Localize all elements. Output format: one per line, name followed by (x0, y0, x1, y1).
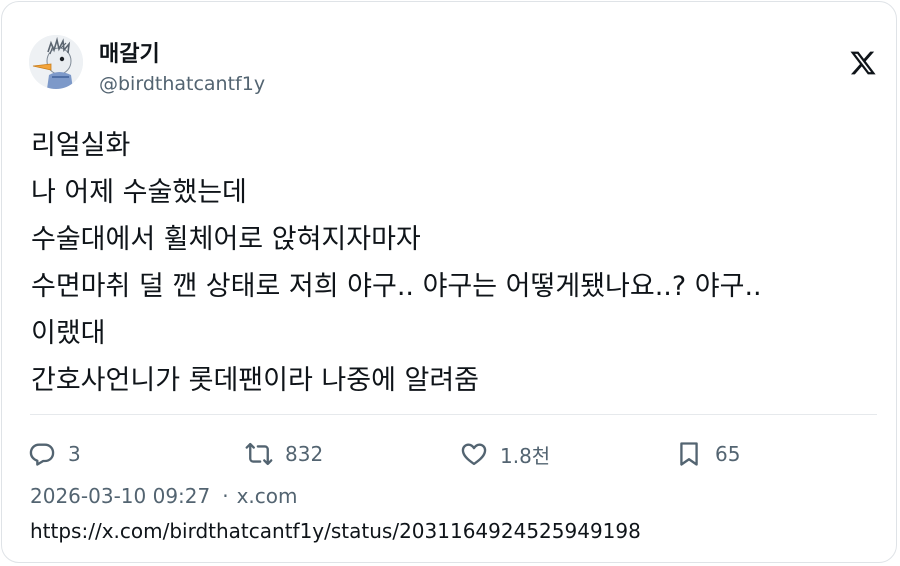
tweet-card: 매갈기 @birdthatcantf1y 리얼실화 나 어제 수술했는데 수술대… (1, 1, 897, 563)
retweet-icon (245, 440, 273, 468)
tweet-line: 간호사언니가 롯데팬이라 나중에 알려줌 (31, 365, 480, 396)
tweet-line: 리얼실화 (31, 130, 131, 161)
tweet-line: 이랬대 (31, 318, 106, 349)
x-logo-icon[interactable] (849, 49, 877, 77)
tweet-line: 수면마취 덜 깬 상태로 저희 야구.. 야구는 어떻게됐나요..? 야구.. (31, 271, 762, 302)
retweet-count: 832 (285, 442, 324, 466)
user-handle[interactable]: @birdthatcantf1y (99, 73, 265, 95)
display-name[interactable]: 매갈기 (99, 36, 160, 68)
avatar[interactable] (29, 35, 83, 89)
timestamp[interactable]: 2026-03-10 09:27 (30, 484, 210, 508)
bookmark-icon (675, 440, 703, 468)
tweet-line: 나 어제 수술했는데 (31, 177, 247, 208)
bookmark-button[interactable]: 65 (675, 436, 740, 472)
retweet-button[interactable]: 832 (245, 436, 323, 472)
reply-count: 3 (68, 442, 81, 466)
source-link[interactable]: x.com (237, 484, 298, 508)
like-button[interactable]: 1.8천 (460, 436, 550, 472)
divider (30, 414, 877, 415)
like-count: 1.8천 (500, 443, 551, 468)
meta-separator: · (222, 484, 229, 508)
reply-button[interactable]: 3 (28, 436, 81, 472)
tweet-meta: 2026-03-10 09:27 · x.com (30, 484, 298, 508)
bird-avatar-icon (29, 35, 83, 89)
tweet-line: 수술대에서 휠체어로 앉혀지자마자 (31, 224, 421, 255)
heart-icon (460, 440, 488, 468)
bookmark-count: 65 (715, 442, 741, 466)
tweet-body: 리얼실화 나 어제 수술했는데 수술대에서 휠체어로 앉혀지자마자 수면마취 덜… (31, 122, 881, 404)
reply-icon (28, 440, 56, 468)
tweet-url-link[interactable]: https://x.com/birdthatcantf1y/status/203… (30, 519, 641, 543)
